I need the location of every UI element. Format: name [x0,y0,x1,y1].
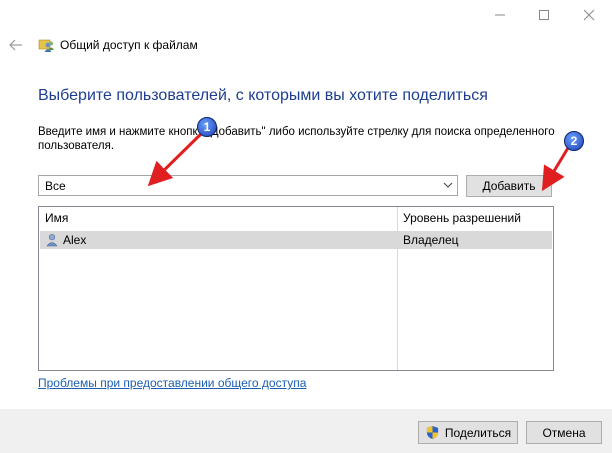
close-icon [583,9,595,21]
table-row[interactable]: Alex Владелец [40,231,552,249]
share-button[interactable]: Поделиться [418,421,518,444]
combobox-value: Все [45,179,66,193]
user-combobox[interactable]: Все [38,175,458,196]
maximize-icon [539,10,549,20]
instruction-text-continued: пользователя. [38,140,115,152]
share-users-icon [38,39,54,52]
footer-bar [0,409,612,453]
maximize-button[interactable] [521,0,567,30]
minimize-button[interactable] [477,0,523,30]
back-arrow-icon[interactable] [8,38,24,52]
close-button[interactable] [566,0,612,30]
page-heading: Выберите пользователей, с которыми вы хо… [38,87,488,104]
annotation-badge-2: 2 [564,131,584,151]
users-list: Имя Уровень разрешений Alex Владелец [38,206,554,371]
column-header-name[interactable]: Имя [45,207,68,229]
user-icon [46,234,58,247]
chevron-down-icon[interactable] [443,181,453,189]
cancel-button[interactable]: Отмена [526,421,602,444]
share-button-label: Поделиться [444,425,512,440]
add-button[interactable]: Добавить [466,175,552,197]
sharing-help-link[interactable]: Проблемы при предоставлении общего досту… [38,376,306,390]
user-permission[interactable]: Владелец [403,233,459,247]
minimize-icon [495,14,505,16]
annotation-badge-1: 1 [197,117,217,137]
column-header-permission[interactable]: Уровень разрешений [403,207,521,229]
window-title: Общий доступ к файлам [60,38,198,52]
instruction-text: Введите имя и нажмите кнопку "Добавить" … [38,126,555,138]
user-name: Alex [63,233,87,247]
shield-icon [426,425,438,440]
